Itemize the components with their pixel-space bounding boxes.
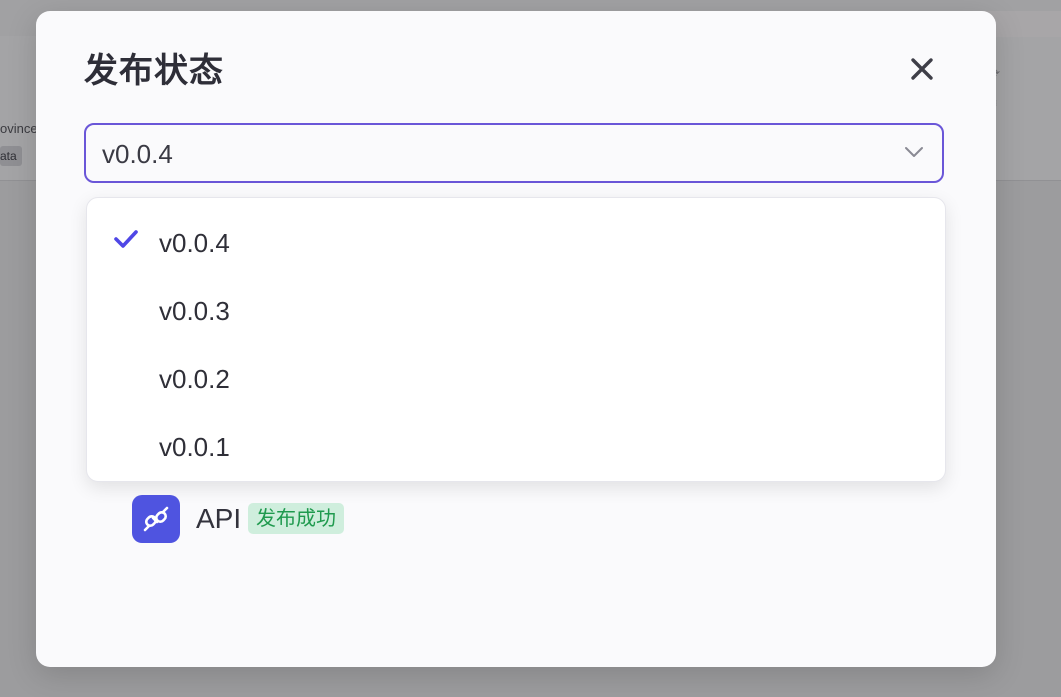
version-option-label: v0.0.3 <box>159 296 230 326</box>
plug-link-icon <box>143 506 169 532</box>
background-text: ovince <box>0 121 38 136</box>
api-plug-icon <box>132 495 180 543</box>
publish-target-label: API <box>196 503 242 534</box>
check-icon <box>114 230 138 248</box>
background-tag: ata <box>0 146 22 166</box>
modal-title: 发布状态 <box>84 51 224 91</box>
version-option[interactable]: v0.0.2 <box>87 342 945 410</box>
version-dropdown: v0.0.4 v0.0.3 v0.0.2 v0.0.1 <box>86 197 946 482</box>
close-button[interactable] <box>902 49 942 89</box>
version-option[interactable]: v0.0.3 <box>87 274 945 342</box>
version-select[interactable]: v0.0.4 <box>84 123 944 183</box>
version-option-label: v0.0.2 <box>159 364 230 394</box>
publish-status-modal: 发布状态 v0.0.4 v0.0.4 v0.0.3 v0.0.2 v0.0.1 <box>36 11 996 667</box>
close-icon <box>911 58 933 80</box>
version-option[interactable]: v0.0.4 <box>87 206 945 274</box>
status-badge: 发布成功 <box>248 503 344 534</box>
chevron-down-icon <box>905 147 923 157</box>
version-option-label: v0.0.1 <box>159 432 230 462</box>
version-select-value: v0.0.4 <box>102 139 173 169</box>
version-option[interactable]: v0.0.1 <box>87 410 945 478</box>
version-option-label: v0.0.4 <box>159 228 230 258</box>
